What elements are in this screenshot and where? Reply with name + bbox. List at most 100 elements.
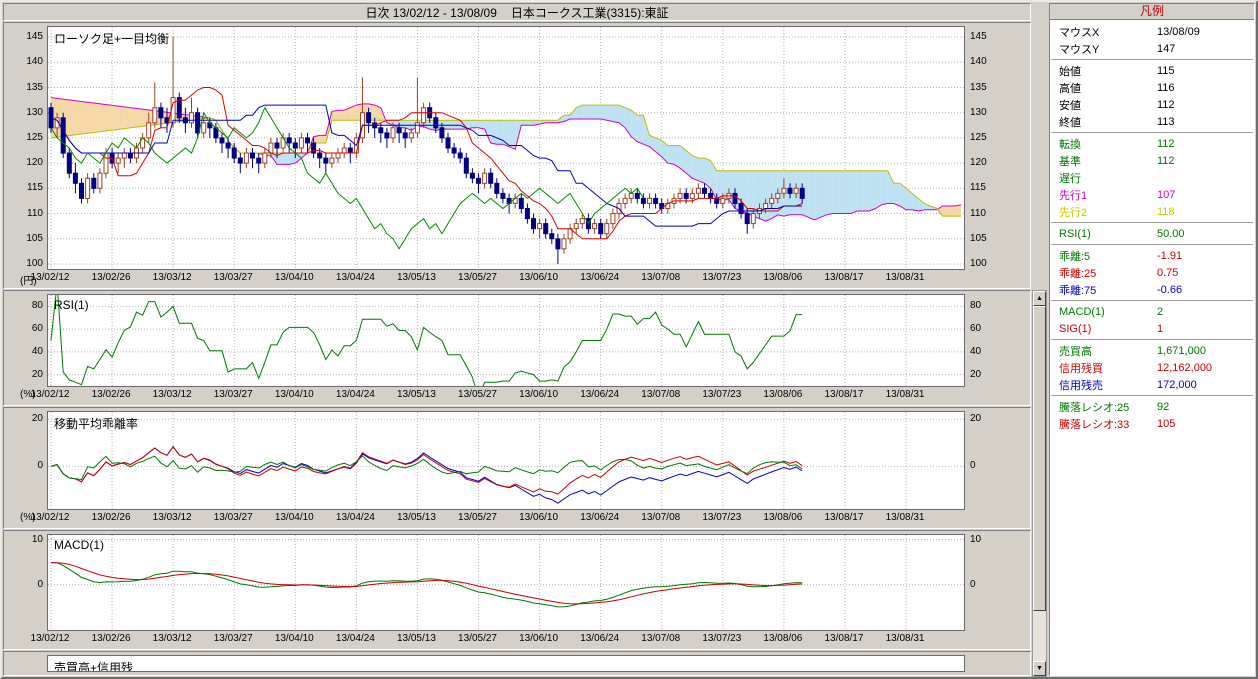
scrollbar-track[interactable] [1033,306,1046,661]
legend-row-label: 先行2 [1059,204,1157,220]
x-tick-label: 13/02/26 [92,272,131,283]
legend-row: 転換112 [1050,135,1254,152]
legend-row-value: 107 [1157,189,1175,201]
legend-row-label: 始値 [1059,63,1157,79]
charts-column: 日次 13/02/12 - 13/08/09 日本コークス工業(3315):東証… [2,2,1032,677]
rsi-yaxis-right: 80604020 [965,294,1027,387]
x-tick-label: 13/05/13 [397,512,436,523]
up-arrow-icon: ▲ [1036,295,1043,302]
legend-row-label: 乖離:25 [1059,265,1157,281]
y-tick-label: 10 [970,534,981,545]
y-tick-label: 40 [32,346,43,357]
legend-panel: 凡例 マウスX13/08/09マウスY147始値115高値116安値112終値1… [1049,3,1255,676]
legend-row: マウスX13/08/09 [1050,23,1254,40]
legend-row-value: 1 [1157,323,1163,335]
main-plot[interactable]: ローソク足+一目均衡 [47,26,965,270]
rsi-plot[interactable]: RSI(1) [47,294,965,387]
y-tick-label: 130 [970,107,987,118]
y-tick-label: 105 [970,233,987,244]
scroll-down-button[interactable]: ▼ [1033,661,1046,676]
x-tick-label: 13/04/10 [275,512,314,523]
main-chart-title: ローソク足+一目均衡 [54,30,169,47]
y-tick-label: 20 [970,413,981,424]
legend-row: 遅行 [1050,169,1254,186]
volume-yaxis-left [7,655,47,672]
legend-row-value: 105 [1157,418,1175,430]
legend-title: 凡例 [1050,4,1254,20]
x-tick-label: 13/06/24 [580,389,619,400]
legend-separator [1051,222,1253,223]
y-tick-label: 140 [26,56,43,67]
x-tick-label: 13/08/06 [763,633,802,644]
main-chart-svg [48,27,964,269]
x-tick-label: 13/08/17 [824,272,863,283]
x-tick-label: 13/04/24 [336,512,375,523]
legend-row-value: 112 [1157,99,1175,111]
x-tick-label: 13/04/24 [336,272,375,283]
x-tick-label: 13/07/08 [641,272,680,283]
legend-row-label: 騰落レシオ:33 [1059,416,1157,432]
legend-row-value: 113 [1157,116,1175,128]
legend-row-value: 118 [1157,206,1175,218]
legend-row: マウスY147 [1050,40,1254,57]
deviation-title: 移動平均乖離率 [54,415,138,432]
macd-plot[interactable]: MACD(1) [47,534,965,631]
legend-row-value: 12,162,000 [1157,362,1212,374]
macd-xaxis: 13/02/1213/02/2613/03/1213/03/2713/04/10… [47,631,965,646]
legend-row-value: -0.66 [1157,284,1182,296]
x-tick-label: 13/02/12 [31,389,70,400]
deviation-chart-svg [48,412,964,509]
deviation-xaxis: 13/02/1213/02/2613/03/1213/03/2713/04/10… [47,510,965,525]
legend-row-label: 騰落レシオ:25 [1059,399,1157,415]
scrollbar-thumb[interactable] [1033,306,1046,611]
x-tick-label: 13/05/13 [397,272,436,283]
legend-row-label: 安値 [1059,97,1157,113]
y-tick-label: 10 [32,534,43,545]
y-tick-label: 130 [26,107,43,118]
y-tick-label: 125 [26,132,43,143]
y-tick-label: 135 [970,82,987,93]
x-tick-label: 13/03/12 [153,633,192,644]
legend-row-label: 信用残買 [1059,360,1157,376]
x-tick-label: 13/07/08 [641,633,680,644]
legend-row-label: 売買高 [1059,343,1157,359]
deviation-plot[interactable]: 移動平均乖離率 [47,411,965,510]
volume-plot[interactable]: 売買高+信用残 [47,655,965,672]
y-tick-label: 100 [26,258,43,269]
legend-row: 終値113 [1050,113,1254,130]
legend-row-label: SIG(1) [1059,323,1157,335]
legend-row: MACD(1)2 [1050,303,1254,320]
y-tick-label: 40 [970,346,981,357]
y-tick-label: 60 [970,323,981,334]
legend-row-label: RSI(1) [1059,228,1157,240]
legend-row-value: 1,671,000 [1157,345,1206,357]
y-tick-label: 20 [970,369,981,380]
legend-row-label: 転換 [1059,136,1157,152]
x-tick-label: 13/02/26 [92,633,131,644]
x-tick-label: 13/08/17 [824,389,863,400]
vertical-scrollbar[interactable]: ▲ ▼ [1032,290,1047,677]
main-yaxis-left: 145140135130125120115110105100 [7,26,47,270]
y-tick-label: 110 [27,208,43,219]
legend-row: 先行2118 [1050,203,1254,220]
legend-row: 売買高1,671,000 [1050,342,1254,359]
x-tick-label: 13/07/23 [702,512,741,523]
legend-row-value: 112 [1157,155,1175,167]
x-tick-label: 13/04/10 [275,389,314,400]
y-tick-label: 80 [32,300,43,311]
x-tick-label: 13/02/12 [31,512,70,523]
x-tick-label: 13/06/24 [580,633,619,644]
x-tick-label: 13/03/27 [214,272,253,283]
y-tick-label: 125 [970,132,987,143]
macd-chart-svg [48,535,964,630]
legend-separator [1051,59,1253,60]
legend-row-value: 92 [1157,401,1169,413]
macd-yaxis-right: 100 [965,534,1027,631]
x-tick-label: 13/06/10 [519,389,558,400]
scroll-up-button[interactable]: ▲ [1033,291,1046,306]
x-tick-label: 13/05/27 [458,389,497,400]
legend-row: 基準112 [1050,152,1254,169]
y-tick-label: 110 [970,208,986,219]
x-tick-label: 13/08/31 [886,272,925,283]
legend-row-label: 乖離:75 [1059,282,1157,298]
